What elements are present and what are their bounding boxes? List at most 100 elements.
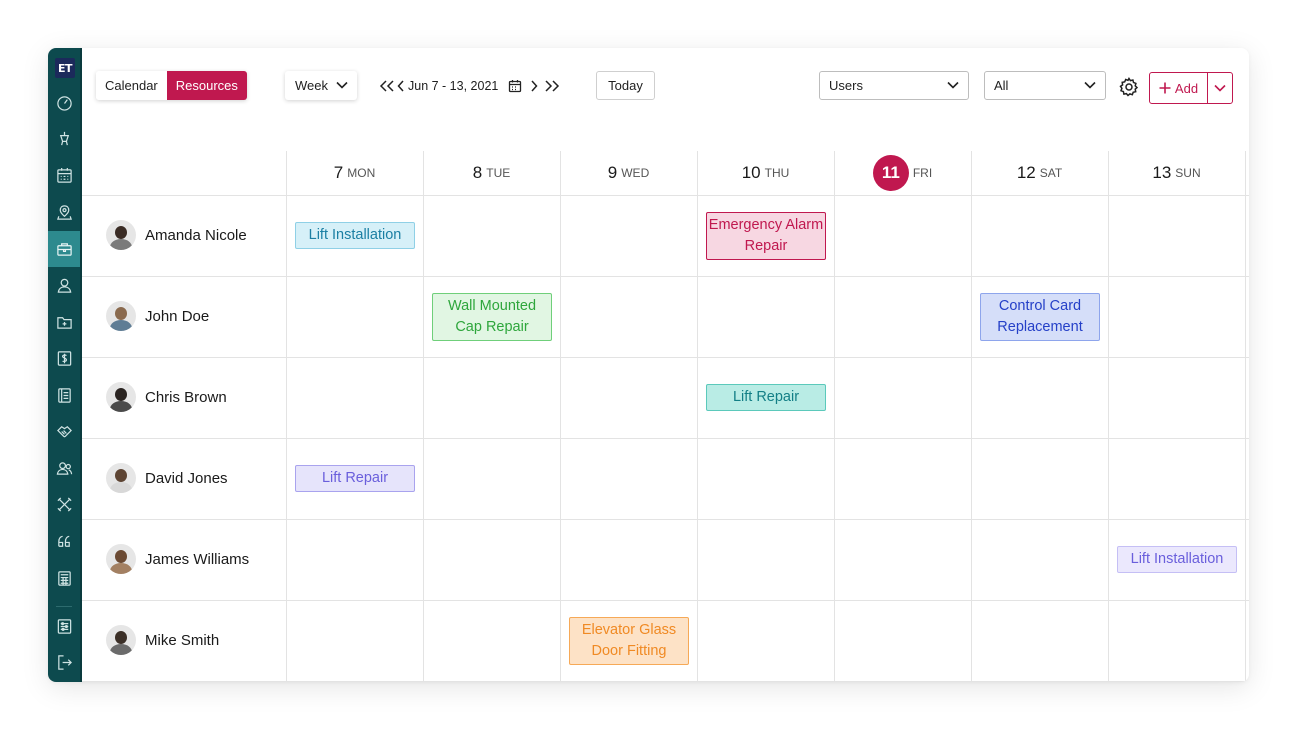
users-select[interactable]: Users (819, 71, 969, 100)
resource-row-header[interactable]: Mike Smith (106, 625, 219, 655)
sidebar-item-quotes[interactable] (48, 523, 80, 559)
sidebar-item-jobs[interactable] (48, 231, 80, 267)
day-header[interactable]: 11 FRI (834, 151, 971, 195)
quote-icon (57, 535, 70, 547)
resource-row-header[interactable]: Chris Brown (106, 382, 227, 412)
sidebar-divider (56, 606, 72, 607)
avatar (106, 544, 136, 574)
sidebar-item-logout[interactable] (48, 644, 80, 680)
avatar-body (110, 401, 132, 412)
app-window: ET Calendar Resources Week Jun 7 - 13, 2… (48, 48, 1249, 682)
resource-row-header[interactable]: James Williams (106, 544, 249, 574)
sidebar-item-user[interactable] (48, 267, 80, 303)
avatar (106, 301, 136, 331)
next-month-icon[interactable] (544, 79, 560, 93)
sidebar-item-settings[interactable] (48, 608, 80, 644)
event-block[interactable]: Elevator Glass Door Fitting (569, 617, 689, 665)
sidebar-item-calendar[interactable] (48, 157, 80, 193)
day-number: 11 (872, 155, 909, 191)
avatar-body (110, 644, 132, 655)
avatar-head (115, 631, 127, 644)
range-select[interactable]: Week (285, 71, 357, 100)
sidebar-item-estimates[interactable] (48, 560, 80, 596)
column-divider (971, 151, 972, 682)
chevron-down-icon (1084, 81, 1096, 89)
sidebar-item-tools[interactable] (48, 486, 80, 522)
previous-week-icon[interactable] (397, 79, 405, 93)
resource-row-header[interactable]: John Doe (106, 301, 209, 331)
next-week-icon[interactable] (530, 79, 538, 93)
avatar-head (115, 388, 127, 401)
sidebar-item-elevator[interactable] (48, 120, 80, 156)
day-header[interactable]: 13 SUN (1108, 151, 1245, 195)
sidebar-item-dashboard[interactable] (48, 84, 80, 120)
avatar (106, 382, 136, 412)
sidebar-item-team[interactable] (48, 450, 80, 486)
sidebar-item-deals[interactable] (48, 413, 80, 449)
tools-icon (56, 496, 72, 512)
column-divider (560, 151, 561, 682)
day-header[interactable]: 10 THU (697, 151, 834, 195)
handshake-icon (56, 425, 72, 437)
day-header[interactable]: 7 MON (286, 151, 423, 195)
event-block[interactable]: Lift Repair (295, 465, 415, 492)
resource-name: David Jones (145, 469, 228, 487)
sidebar-item-billing[interactable] (48, 340, 80, 376)
sidebar-item-documents[interactable] (48, 377, 80, 413)
row-divider (82, 276, 1249, 277)
event-block[interactable]: Control Card Replacement (980, 293, 1100, 341)
day-number: 7 (333, 163, 344, 182)
dashboard-icon (56, 95, 72, 111)
calendar-view-button[interactable]: Calendar (96, 71, 167, 100)
add-split-button: Add (1149, 72, 1233, 104)
column-divider (834, 151, 835, 682)
event-block[interactable]: Emergency Alarm Repair (706, 212, 826, 260)
avatar (106, 220, 136, 250)
avatar-body (110, 482, 132, 493)
calendar-icon[interactable] (508, 79, 522, 93)
today-button[interactable]: Today (596, 71, 655, 100)
resource-row-header[interactable]: Amanda Nicole (106, 220, 247, 250)
resources-view-button[interactable]: Resources (166, 71, 247, 100)
event-block[interactable]: Lift Repair (706, 384, 826, 411)
day-name: FRI (912, 166, 933, 180)
avatar (106, 625, 136, 655)
event-block[interactable]: Wall Mounted Cap Repair (432, 293, 552, 341)
avatar-head (115, 469, 127, 482)
add-options-button[interactable] (1208, 73, 1232, 103)
sidebar: ET (48, 48, 82, 682)
day-header[interactable]: 8 TUE (423, 151, 560, 195)
view-toggle: Calendar Resources (96, 71, 247, 100)
sidebar-item-folders[interactable] (48, 304, 80, 340)
resource-name: Mike Smith (145, 631, 220, 649)
app-logo[interactable]: ET (55, 58, 75, 78)
resource-row-header[interactable]: David Jones (106, 463, 228, 493)
calculator-icon (57, 570, 71, 586)
users-select-value: Users (829, 78, 863, 93)
avatar-head (115, 226, 127, 239)
previous-month-icon[interactable] (379, 79, 395, 93)
avatar-head (115, 307, 127, 320)
document-icon (57, 387, 71, 403)
user-icon (57, 278, 71, 293)
date-navigator: Jun 7 - 13, 2021 (379, 78, 560, 94)
filter-select[interactable]: All (984, 71, 1106, 100)
add-button[interactable]: Add (1150, 73, 1208, 103)
resource-name: John Doe (145, 307, 210, 325)
avatar-head (115, 550, 127, 563)
day-header[interactable]: 12 SAT (971, 151, 1108, 195)
dollar-icon (57, 350, 71, 366)
resource-name: James Williams (145, 550, 250, 568)
avatar-body (110, 239, 132, 250)
elevator-icon (59, 131, 69, 145)
gear-icon[interactable] (1119, 77, 1139, 97)
event-block[interactable]: Lift Installation (1117, 546, 1237, 573)
day-header[interactable]: 9 WED (560, 151, 697, 195)
resource-name: Chris Brown (145, 388, 227, 406)
row-divider (82, 681, 1249, 682)
resource-name: Amanda Nicole (145, 226, 247, 244)
sidebar-item-map[interactable] (48, 194, 80, 230)
day-number: 9 (607, 163, 618, 182)
users-icon (56, 461, 72, 475)
event-block[interactable]: Lift Installation (295, 222, 415, 249)
